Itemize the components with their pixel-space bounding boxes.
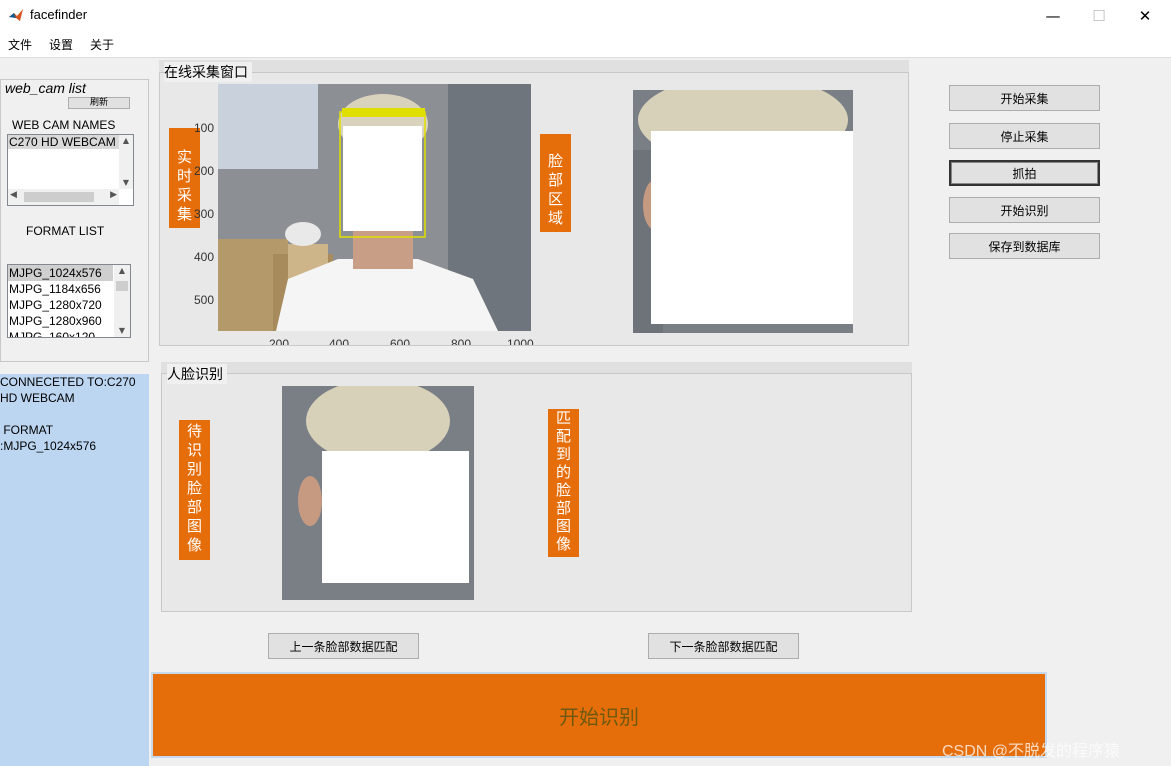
scroll-left-icon[interactable]: ◀ bbox=[10, 190, 17, 200]
webcam-panel-title: web_cam list bbox=[5, 80, 86, 96]
y-tick: 400 bbox=[193, 250, 214, 264]
format-list-item[interactable]: MJPG_1184x656 bbox=[8, 281, 113, 297]
menu-file[interactable]: 文件 bbox=[8, 36, 32, 53]
menu-settings[interactable]: 设置 bbox=[49, 36, 73, 53]
live-video-axes[interactable] bbox=[218, 84, 531, 331]
snapshot-button[interactable]: 抓拍 bbox=[949, 160, 1100, 186]
capture-panel-title: 在线采集窗口 bbox=[164, 62, 252, 82]
x-tick: 800 bbox=[451, 337, 472, 345]
start-recognition-small-button[interactable]: 开始识别 bbox=[949, 197, 1100, 223]
scroll-right-icon[interactable]: ▶ bbox=[110, 190, 117, 200]
probe-face-photo bbox=[282, 386, 474, 600]
format-list-item[interactable]: MJPG_1280x960 bbox=[8, 313, 113, 329]
face-region-label-text: 脸部区域 bbox=[547, 152, 563, 227]
recognition-panel bbox=[161, 373, 912, 612]
close-button[interactable]: ✕ bbox=[1122, 0, 1168, 31]
probe-face-image bbox=[282, 386, 474, 600]
capture-panel-header bbox=[159, 60, 909, 72]
format-list[interactable]: MJPG_1024x576 MJPG_1184x656 MJPG_1280x72… bbox=[7, 264, 131, 338]
face-region-label: 脸部区域 bbox=[540, 134, 571, 232]
format-list-item[interactable]: MJPG_1280x720 bbox=[8, 297, 113, 313]
matched-image-label: 匹配到的脸部图像 bbox=[548, 409, 579, 557]
y-tick: 100 bbox=[193, 121, 214, 135]
x-tick: 600 bbox=[390, 337, 411, 345]
face-region-image bbox=[633, 90, 853, 333]
scroll-up-icon[interactable]: ▲ bbox=[119, 135, 133, 147]
format-list-item[interactable]: MJPG_160x120 bbox=[8, 329, 113, 337]
scroll-down-icon[interactable]: ▼ bbox=[114, 325, 130, 337]
title-bar bbox=[0, 0, 1171, 31]
x-tick: 1000 bbox=[507, 337, 534, 345]
hscroll-thumb[interactable] bbox=[24, 192, 94, 202]
save-to-database-button[interactable]: 保存到数据库 bbox=[949, 233, 1100, 259]
scroll-up-icon[interactable]: ▲ bbox=[114, 265, 130, 277]
webcam-list-vscrollbar[interactable]: ▲ ▼ bbox=[119, 135, 133, 189]
recognition-panel-header bbox=[161, 362, 912, 373]
format-list-item[interactable]: MJPG_1024x576 bbox=[8, 265, 113, 281]
probe-image-label: 待识别脸部图像 bbox=[179, 420, 210, 560]
y-tick: 500 bbox=[193, 293, 214, 307]
previous-match-button[interactable]: 上一条脸部数据匹配 bbox=[268, 633, 419, 659]
matlab-logo-icon bbox=[9, 9, 23, 21]
x-tick: 200 bbox=[269, 337, 290, 345]
start-capture-button[interactable]: 开始采集 bbox=[949, 85, 1100, 111]
refresh-button[interactable]: 刷新 bbox=[68, 97, 130, 109]
menu-about[interactable]: 关于 bbox=[90, 36, 114, 53]
y-tick: 200 bbox=[193, 164, 214, 178]
recognition-panel-title: 人脸识别 bbox=[167, 364, 227, 384]
watermark: CSDN @不脱发的程序猿 bbox=[942, 743, 1121, 760]
minimize-button[interactable]: — bbox=[1030, 0, 1076, 31]
start-recognition-button[interactable]: 开始识别 bbox=[151, 672, 1047, 758]
probe-image-label-text: 待识别脸部图像 bbox=[186, 422, 202, 554]
matched-image-label-text: 匹配到的脸部图像 bbox=[555, 409, 571, 553]
connection-status: CONNECETED TO:C270 HD WEBCAM FORMAT :MJP… bbox=[0, 375, 136, 453]
live-video-frame bbox=[218, 84, 531, 331]
scroll-down-icon[interactable]: ▼ bbox=[119, 177, 133, 189]
vscroll-thumb[interactable] bbox=[116, 281, 128, 291]
y-tick: 300 bbox=[193, 207, 214, 221]
face-crop-photo bbox=[633, 90, 853, 333]
format-list-vscrollbar[interactable]: ▲ ▼ bbox=[114, 265, 130, 337]
webcam-list-item[interactable]: C270 HD WEBCAM bbox=[8, 135, 119, 149]
format-list-label: FORMAT LIST bbox=[26, 224, 105, 238]
webcam-list[interactable]: C270 HD WEBCAM ▲ ▼ ◀ ▶ bbox=[7, 134, 134, 206]
maximize-button[interactable]: ☐ bbox=[1076, 0, 1122, 31]
x-axis: 200 400 600 800 1000 bbox=[218, 337, 538, 345]
x-tick: 400 bbox=[329, 337, 350, 345]
stop-capture-button[interactable]: 停止采集 bbox=[949, 123, 1100, 149]
next-match-button[interactable]: 下一条脸部数据匹配 bbox=[648, 633, 799, 659]
webcam-names-label: WEB CAM NAMES bbox=[12, 118, 116, 132]
webcam-list-hscrollbar[interactable]: ◀ ▶ bbox=[8, 189, 119, 205]
window-title: facefinder bbox=[30, 7, 88, 22]
menu-bar bbox=[0, 31, 1171, 58]
